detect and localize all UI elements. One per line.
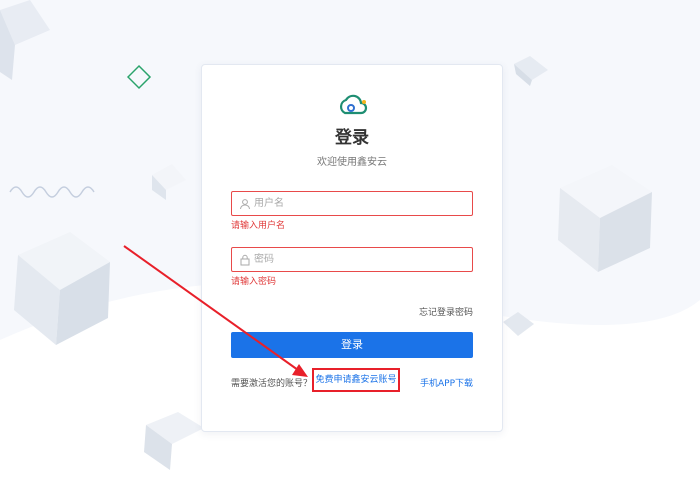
login-button[interactable]: 登录 [231, 332, 473, 358]
cube-decoration [514, 56, 548, 86]
apply-account-link[interactable]: 免费申请鑫安云账号 [312, 368, 400, 392]
login-card: 登录 欢迎使用鑫安云 请输入用户名 请输入密码 忘记登录密码 登录 需要激活您的… [201, 64, 503, 432]
page-title: 登录 [335, 128, 369, 148]
forgot-password-link[interactable]: 忘记登录密码 [419, 305, 473, 318]
user-icon [240, 199, 250, 210]
cube-decoration [152, 164, 186, 200]
wave-decoration [9, 186, 95, 198]
username-input[interactable] [254, 192, 466, 215]
cloud-logo-icon [339, 94, 368, 115]
cube-decoration [0, 0, 50, 80]
welcome-subtitle: 欢迎使用鑫安云 [317, 157, 387, 168]
username-field[interactable] [231, 191, 473, 216]
password-input[interactable] [254, 248, 466, 271]
password-error: 请输入密码 [231, 277, 277, 287]
diamond-decoration [126, 64, 152, 90]
cube-decoration [558, 165, 652, 272]
username-error: 请输入用户名 [231, 221, 286, 231]
app-download-link[interactable]: 手机APP下载 [420, 376, 473, 389]
lock-icon [240, 254, 250, 266]
activate-account-text: 需要激活您的账号？ [231, 379, 313, 389]
password-field[interactable] [231, 247, 473, 272]
